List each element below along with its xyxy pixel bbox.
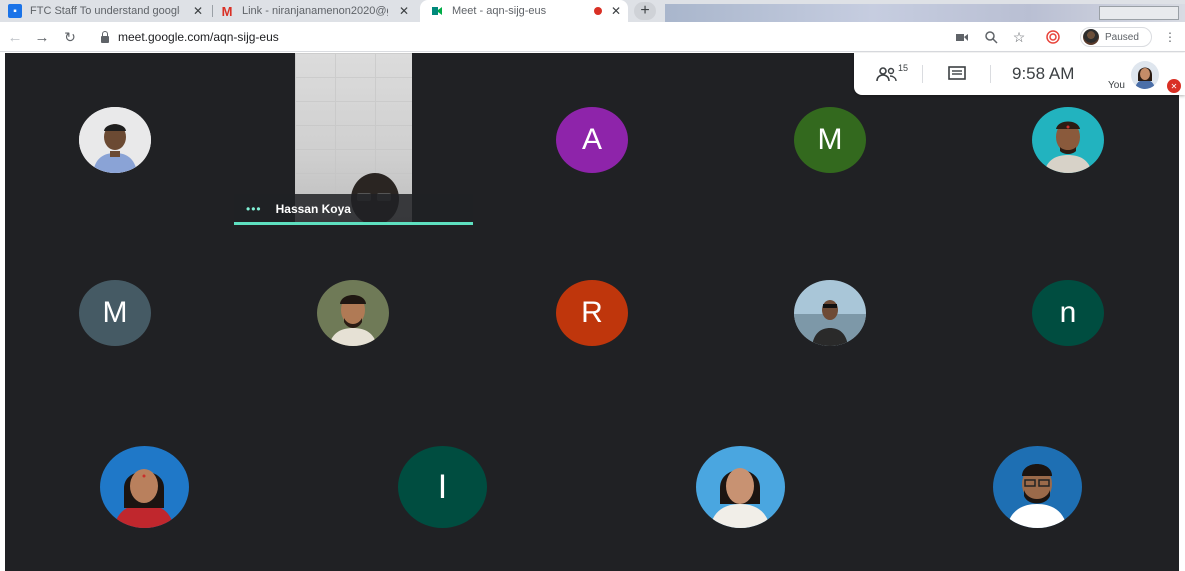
chat-icon: [948, 66, 966, 80]
url-text: meet.google.com/aqn-sijg-eus: [118, 30, 279, 44]
self-label: You: [1108, 80, 1125, 91]
participant-avatar[interactable]: [794, 280, 866, 346]
camera-icon[interactable]: [953, 28, 971, 46]
participant-avatar[interactable]: [993, 446, 1082, 528]
participant-avatar-letter[interactable]: I: [398, 446, 487, 528]
close-icon[interactable]: ✕: [190, 3, 206, 19]
profile-avatar: [1083, 29, 1099, 45]
participant-avatar[interactable]: [79, 107, 151, 173]
back-button[interactable]: ←: [5, 27, 25, 47]
participant-avatar-letter[interactable]: M: [79, 280, 151, 346]
participant-avatar[interactable]: [696, 446, 785, 528]
participant-avatar-letter[interactable]: n: [1032, 280, 1104, 346]
participant-avatar[interactable]: [100, 446, 189, 528]
speaker-name-bar: ••• Hassan Koya: [234, 194, 473, 224]
extension-icon[interactable]: [1044, 28, 1062, 46]
avatar-letter: R: [581, 296, 603, 329]
screen: ▪ FTC Staff To understand google ... ✕ M…: [0, 0, 1185, 571]
avatar-letter: I: [437, 467, 448, 506]
mic-off-icon: ✕: [1167, 79, 1181, 93]
classroom-icon: ▪: [8, 4, 22, 18]
participant-avatar-letter[interactable]: M: [794, 107, 866, 173]
forward-button[interactable]: →: [32, 27, 52, 47]
bookmark-star-icon[interactable]: ☆: [1010, 28, 1028, 46]
browser-toolbar: ← → ↻ meet.google.com/aqn-sijg-eus ☆ Pau…: [0, 22, 1185, 52]
recording-icon: [594, 7, 602, 15]
lock-icon: [100, 31, 110, 43]
new-tab-button[interactable]: +: [634, 2, 656, 20]
avatar-letter: A: [581, 123, 602, 156]
active-speaker-highlight: [234, 222, 473, 225]
profile-chip[interactable]: Paused: [1080, 27, 1152, 47]
meet-icon: [430, 4, 444, 18]
people-icon: [876, 67, 897, 82]
divider: [922, 65, 923, 83]
avatar-letter: M: [817, 123, 843, 156]
chat-button[interactable]: [948, 53, 966, 95]
participant-avatar-letter[interactable]: A: [556, 107, 628, 173]
tab-strip: ▪ FTC Staff To understand google ... ✕ M…: [0, 0, 1185, 22]
participant-avatar[interactable]: [1032, 107, 1104, 173]
self-avatar[interactable]: [1131, 61, 1159, 89]
avatar-letter: n: [1059, 296, 1077, 329]
reload-button[interactable]: ↻: [60, 27, 80, 47]
tab-classroom[interactable]: ▪ FTC Staff To understand google ... ✕: [8, 0, 210, 22]
speaking-indicator-icon: •••: [246, 202, 262, 216]
participant-avatar-letter[interactable]: R: [556, 280, 628, 346]
close-icon[interactable]: ✕: [608, 3, 624, 19]
speaker-name: Hassan Koya: [275, 202, 351, 216]
profile-status: Paused: [1105, 31, 1139, 43]
menu-icon[interactable]: ⋮: [1163, 29, 1177, 45]
gmail-icon: M: [221, 3, 233, 19]
address-bar[interactable]: meet.google.com/aqn-sijg-eus: [90, 25, 1025, 49]
tab-title: Link - niranjanamenon2020@gm...: [242, 5, 388, 17]
close-icon[interactable]: ✕: [396, 3, 412, 19]
desktop-background: [665, 4, 1185, 22]
divider: [990, 65, 991, 83]
tab-meet[interactable]: Meet - aqn-sijg-eus ✕: [420, 0, 628, 22]
tab-separator: [212, 5, 213, 17]
avatar-letter: M: [102, 296, 128, 329]
participant-avatar[interactable]: [317, 280, 389, 346]
zoom-icon[interactable]: [982, 28, 1000, 46]
clock-time: 9:58 AM: [1012, 64, 1075, 83]
window-controls: [1099, 6, 1179, 20]
tab-gmail[interactable]: M Link - niranjanamenon2020@gm... ✕: [220, 0, 416, 22]
tab-title: Meet - aqn-sijg-eus: [452, 5, 547, 17]
participants-button[interactable]: 15: [876, 53, 908, 95]
tab-title: FTC Staff To understand google ...: [30, 5, 180, 17]
participant-count: 15: [898, 63, 909, 73]
meeting-info-bar: 15 9:58 AM You ✕: [854, 53, 1185, 95]
